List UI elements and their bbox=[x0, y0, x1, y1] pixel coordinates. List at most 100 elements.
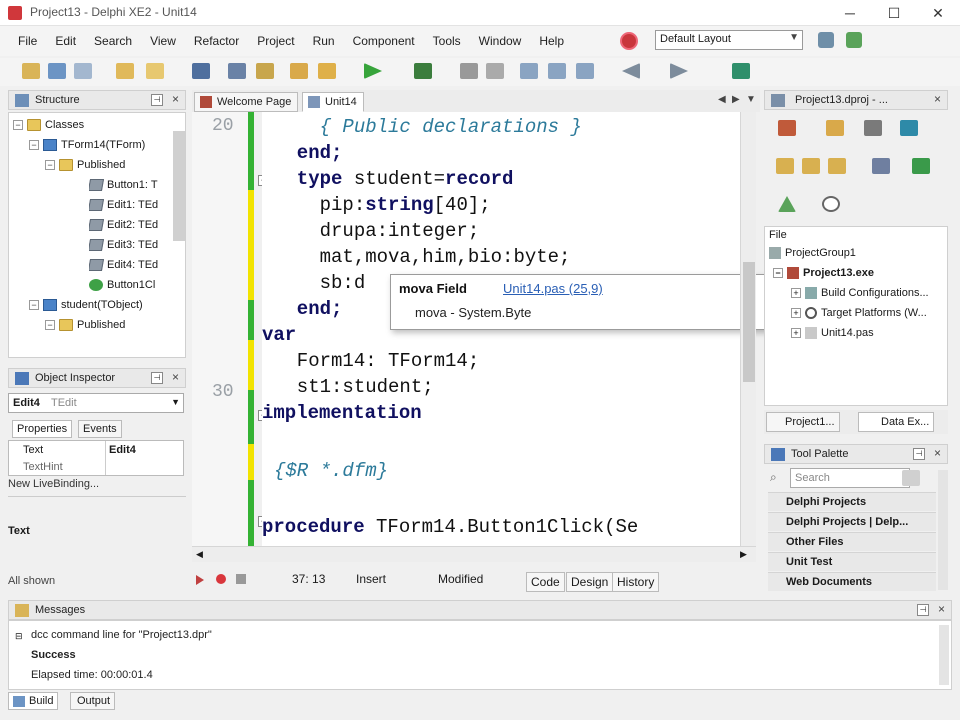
activate-project-icon[interactable] bbox=[778, 120, 796, 136]
message-row[interactable]: dcc command line for "Project13.dpr" bbox=[31, 629, 212, 641]
pin-icon[interactable]: ⊣ bbox=[151, 94, 163, 106]
tree-node-button1click[interactable]: Button1Cl bbox=[89, 275, 155, 295]
tree-node-projectgroup[interactable]: ProjectGroup1 bbox=[769, 247, 856, 259]
open-file-icon[interactable] bbox=[256, 63, 274, 79]
close-window-button[interactable]: ✕ bbox=[916, 0, 960, 26]
tab-scroll-right-icon[interactable]: ▶ bbox=[732, 94, 740, 105]
reset-icon[interactable] bbox=[486, 63, 504, 79]
palette-category[interactable]: Unit Test bbox=[768, 552, 936, 571]
remove-icon[interactable] bbox=[864, 120, 882, 136]
palette-search-input[interactable]: Search bbox=[790, 468, 910, 488]
pause-icon[interactable] bbox=[460, 63, 478, 79]
tab-events[interactable]: Events bbox=[78, 420, 122, 438]
explorer-icon[interactable] bbox=[912, 158, 930, 174]
editor-vertical-scrollbar[interactable] bbox=[740, 112, 756, 546]
close-icon[interactable]: × bbox=[934, 446, 941, 460]
completion-item[interactable]: mova - System.Byte bbox=[415, 305, 531, 320]
tab-list-icon[interactable]: ▼ bbox=[746, 94, 756, 105]
message-row[interactable]: Success bbox=[31, 649, 76, 661]
stop-macro-icon[interactable] bbox=[236, 574, 246, 584]
collapse-icon[interactable]: − bbox=[29, 300, 39, 310]
menu-window[interactable]: Window bbox=[479, 34, 522, 48]
open-project-icon[interactable] bbox=[146, 63, 164, 79]
menu-component[interactable]: Component bbox=[353, 34, 415, 48]
tab-output[interactable]: Output bbox=[70, 692, 116, 710]
message-row[interactable]: Elapsed time: 00:00:01.4 bbox=[31, 669, 153, 681]
tree-node-edit1[interactable]: Edit1: TEd bbox=[89, 195, 158, 215]
tree-node-published-2[interactable]: − Published bbox=[45, 315, 125, 335]
navigate-back-icon[interactable] bbox=[622, 63, 640, 79]
palette-category[interactable]: Other Files bbox=[768, 532, 936, 551]
sync-icon[interactable] bbox=[900, 120, 918, 136]
tree-node-edit3[interactable]: Edit3: TEd bbox=[89, 235, 158, 255]
pin-icon[interactable]: ⊣ bbox=[151, 372, 163, 384]
palette-scrollbar[interactable] bbox=[938, 470, 948, 590]
trace-into-icon[interactable] bbox=[520, 63, 538, 79]
tree-node-build-config[interactable]: + Build Configurations... bbox=[791, 287, 929, 299]
menu-project[interactable]: Project bbox=[257, 34, 294, 48]
scroll-right-icon[interactable]: ▶ bbox=[740, 549, 747, 560]
tree-node-button1[interactable]: Button1: T bbox=[89, 175, 158, 195]
palette-options-icon[interactable] bbox=[902, 470, 920, 486]
open-icon[interactable] bbox=[116, 63, 134, 79]
play-macro-icon[interactable] bbox=[196, 575, 204, 585]
tree-node-edit4[interactable]: Edit4: TEd bbox=[89, 255, 158, 275]
tab-design[interactable]: Design bbox=[566, 572, 614, 592]
tab-welcome-page[interactable]: Welcome Page bbox=[194, 92, 299, 112]
structure-scrollbar[interactable] bbox=[173, 131, 185, 241]
expand-icon[interactable] bbox=[776, 158, 794, 174]
object-selector[interactable]: Edit4 TEdit ▼ bbox=[8, 393, 184, 413]
tree-node-unit14[interactable]: + Unit14.pas bbox=[791, 327, 874, 339]
save-all-icon[interactable] bbox=[228, 63, 246, 79]
messages-scrollbar[interactable] bbox=[939, 625, 949, 685]
view-unit-icon[interactable] bbox=[318, 63, 336, 79]
pin-icon[interactable]: ⊣ bbox=[913, 448, 925, 460]
tab-scroll-left-icon[interactable]: ◀ bbox=[718, 94, 726, 105]
save-icon[interactable] bbox=[192, 63, 210, 79]
build-icon[interactable] bbox=[872, 158, 890, 174]
expand-icon[interactable]: + bbox=[791, 328, 801, 338]
run-to-cursor-icon[interactable] bbox=[576, 63, 594, 79]
add-new-icon[interactable] bbox=[826, 120, 844, 136]
tab-code[interactable]: Code bbox=[526, 572, 565, 592]
collapse-icon[interactable]: − bbox=[45, 160, 55, 170]
save-desktop-icon[interactable] bbox=[818, 32, 834, 48]
tab-data-explorer[interactable]: Data Ex... bbox=[858, 412, 935, 432]
record-macro-icon[interactable] bbox=[216, 574, 226, 584]
tree-node-project13[interactable]: − Project13.exe bbox=[773, 267, 874, 279]
tree-node-tform14[interactable]: − TForm14(TForm) bbox=[29, 135, 145, 155]
close-icon[interactable]: × bbox=[938, 602, 945, 616]
tab-history[interactable]: History bbox=[612, 572, 660, 592]
collapse-icon[interactable]: − bbox=[773, 268, 783, 278]
options-icon[interactable] bbox=[822, 196, 840, 212]
menu-edit[interactable]: Edit bbox=[55, 34, 76, 48]
collapse-all-icon[interactable] bbox=[802, 158, 820, 174]
sort-icon[interactable] bbox=[828, 158, 846, 174]
maximize-button[interactable]: ☐ bbox=[872, 0, 916, 26]
palette-category[interactable]: Delphi Projects bbox=[768, 492, 936, 511]
menu-help[interactable]: Help bbox=[539, 34, 564, 48]
property-value[interactable]: Edit4 bbox=[109, 444, 136, 456]
tab-unit14[interactable]: Unit14 bbox=[302, 92, 364, 112]
expand-icon[interactable]: + bbox=[791, 308, 801, 318]
tree-node-target-platforms[interactable]: + Target Platforms (W... bbox=[791, 307, 927, 319]
close-icon[interactable]: × bbox=[172, 92, 179, 106]
run-icon[interactable] bbox=[364, 63, 382, 79]
tree-node-classes[interactable]: − Classes bbox=[13, 115, 84, 135]
help-lifebuoy-icon[interactable] bbox=[620, 32, 638, 50]
tree-node-published[interactable]: − Published bbox=[45, 155, 125, 175]
palette-category[interactable]: Delphi Projects | Delp... bbox=[768, 512, 936, 531]
editor-horizontal-scrollbar[interactable]: ◀ ▶ bbox=[192, 546, 756, 562]
tab-properties[interactable]: Properties bbox=[12, 420, 73, 438]
toggle-form-unit-icon[interactable] bbox=[290, 63, 308, 79]
new-livebinding-link[interactable]: New LiveBinding... bbox=[8, 478, 99, 490]
tab-project-manager[interactable]: Project1... bbox=[766, 412, 840, 432]
deploy-target-icon[interactable] bbox=[778, 196, 796, 212]
new-form-icon[interactable] bbox=[48, 63, 66, 79]
close-icon[interactable]: × bbox=[172, 370, 179, 384]
collapse-icon[interactable]: − bbox=[45, 320, 55, 330]
menu-run[interactable]: Run bbox=[313, 34, 335, 48]
collapse-icon[interactable]: − bbox=[29, 140, 39, 150]
menu-view[interactable]: View bbox=[150, 34, 176, 48]
palette-category[interactable]: Web Documents bbox=[768, 572, 936, 591]
